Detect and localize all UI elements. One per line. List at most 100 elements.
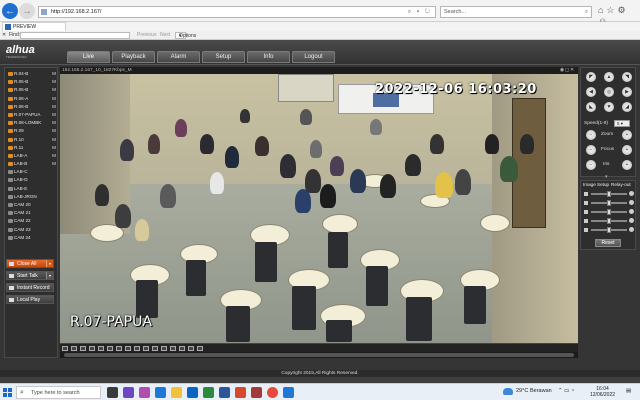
start-talk-dropdown-icon[interactable]: ▾ xyxy=(46,272,53,279)
layout-split-icon[interactable] xyxy=(134,346,140,351)
channel-item[interactable]: CAM 21 xyxy=(7,209,57,217)
channel-item[interactable]: LAB-B M xyxy=(7,160,57,168)
channel-item[interactable]: LAB-E xyxy=(7,185,57,193)
tab-logout[interactable]: Logout xyxy=(292,51,335,63)
channel-stream-flag[interactable]: M xyxy=(52,86,56,94)
ptz-left-button[interactable]: ◀ xyxy=(586,87,596,97)
close-all-button[interactable]: Close All ▾ xyxy=(6,259,54,268)
channel-stream-flag[interactable]: M xyxy=(52,144,56,152)
layout-split-icon[interactable] xyxy=(89,346,95,351)
search-icon[interactable]: ⌕ xyxy=(585,7,588,17)
slider-plus-icon[interactable] xyxy=(629,218,634,223)
taskbar-clock[interactable]: 16:04 12/06/2022 xyxy=(590,386,615,398)
image-slider[interactable] xyxy=(584,227,634,233)
tab-live[interactable]: Live xyxy=(67,51,110,63)
tab-info[interactable]: Info xyxy=(247,51,290,63)
ptz-up-left-button[interactable]: ◤ xyxy=(586,72,596,82)
layout-split-icon[interactable] xyxy=(107,346,113,351)
tab-image-setup[interactable]: Image Setup xyxy=(583,182,609,187)
tab-relay-out[interactable]: Relay-out xyxy=(611,182,631,187)
zoom-out-button[interactable]: − xyxy=(586,130,596,140)
channel-item[interactable]: LAB-A M xyxy=(7,152,57,160)
channel-stream-flag[interactable]: M xyxy=(52,111,56,119)
channel-item[interactable]: R.06-B M xyxy=(7,103,57,111)
refresh-icon[interactable]: ⌕ ▾ ↻ xyxy=(408,7,432,17)
scroll-thumb[interactable] xyxy=(64,353,574,357)
ptz-center-button[interactable]: ◎ xyxy=(604,87,614,97)
speed-select[interactable]: 5 ▾ xyxy=(614,120,630,127)
layout-split-icon[interactable] xyxy=(80,346,86,351)
channel-item[interactable]: R.05-B M xyxy=(7,78,57,86)
channel-item[interactable]: R.11 M xyxy=(7,144,57,152)
close-find-icon[interactable]: ✕ xyxy=(2,31,6,40)
layout-split-icon[interactable] xyxy=(98,346,104,351)
channel-stream-flag[interactable]: M xyxy=(52,127,56,135)
channel-item[interactable]: LAB-JRGN xyxy=(7,193,57,201)
ptz-up-button[interactable]: ▲ xyxy=(604,72,614,82)
channel-item[interactable]: R.07-PAPUA M xyxy=(7,111,57,119)
channel-stream-flag[interactable]: M xyxy=(52,70,56,78)
channel-item[interactable]: CAM 24 xyxy=(7,234,57,242)
app-icon[interactable] xyxy=(139,387,150,398)
options-button[interactable]: Options ▾ xyxy=(175,32,196,39)
tab-alarm[interactable]: Alarm xyxy=(157,51,200,63)
task-view-icon[interactable] xyxy=(107,387,118,398)
ptz-down-left-button[interactable]: ◣ xyxy=(586,102,596,112)
layout-split-icon[interactable] xyxy=(116,346,122,351)
ptz-up-right-button[interactable]: ◥ xyxy=(622,72,632,82)
ie-icon[interactable] xyxy=(283,387,294,398)
word-icon[interactable] xyxy=(219,387,230,398)
channel-stream-flag[interactable]: M xyxy=(52,103,56,111)
channel-item[interactable]: R.04-B M xyxy=(7,70,57,78)
tab-setup[interactable]: Setup xyxy=(202,51,245,63)
channel-stream-flag[interactable]: M xyxy=(52,78,56,86)
ptz-down-button[interactable]: ▼ xyxy=(604,102,614,112)
channel-stream-flag[interactable]: M xyxy=(52,119,56,127)
channel-item[interactable]: LAB-D xyxy=(7,176,57,184)
video-scrollbar[interactable] xyxy=(60,352,578,358)
layout-split-icon[interactable] xyxy=(188,346,194,351)
channel-item[interactable]: R.09 M xyxy=(7,127,57,135)
layout-split-icon[interactable] xyxy=(170,346,176,351)
layout-split-icon[interactable] xyxy=(161,346,167,351)
find-input[interactable] xyxy=(20,32,130,39)
focus-out-button[interactable]: − xyxy=(586,145,596,155)
video-feed[interactable]: 2022-12-06 16:03:20 R.07-PAPUA xyxy=(60,74,578,343)
store-icon[interactable] xyxy=(187,387,198,398)
taskbar-search-input[interactable]: ⌕ Type here to search xyxy=(16,386,101,399)
layout-split-icon[interactable] xyxy=(62,346,68,351)
slider-knob[interactable] xyxy=(607,218,611,224)
zoom-in-button[interactable]: + xyxy=(622,130,632,140)
start-talk-button[interactable]: Start Talk ▾ xyxy=(6,271,54,280)
layout-split-icon[interactable] xyxy=(152,346,158,351)
layout-split-icon[interactable] xyxy=(71,346,77,351)
find-previous-button[interactable]: Previous xyxy=(137,31,156,40)
channel-item[interactable]: R.08-LOMBK M xyxy=(7,119,57,127)
video-window-icons[interactable]: ◉◻✕ xyxy=(560,67,575,74)
slider-knob[interactable] xyxy=(607,209,611,215)
image-slider[interactable] xyxy=(584,191,634,197)
address-bar[interactable]: http://192.168.2.167/ ⌕ ▾ ↻ xyxy=(38,6,436,18)
browser-search-input[interactable]: Search... ⌕ xyxy=(440,6,592,18)
slider-knob[interactable] xyxy=(607,200,611,206)
layout-split-icon[interactable] xyxy=(125,346,131,351)
tray-icons[interactable]: ⌃ ▭ ◔ xyxy=(558,388,574,394)
ptz-right-button[interactable]: ▶ xyxy=(622,87,632,97)
layout-split-icon[interactable] xyxy=(179,346,185,351)
close-all-dropdown-icon[interactable]: ▾ xyxy=(46,260,53,267)
channel-item[interactable]: CAM 20 xyxy=(7,201,57,209)
slider-plus-icon[interactable] xyxy=(629,227,634,232)
slider-plus-icon[interactable] xyxy=(629,209,634,214)
image-slider[interactable] xyxy=(584,209,634,215)
slider-knob[interactable] xyxy=(607,227,611,233)
focus-in-button[interactable]: + xyxy=(622,145,632,155)
iris-open-button[interactable]: + xyxy=(622,160,632,170)
layout-split-icon[interactable] xyxy=(197,346,203,351)
channel-item[interactable]: CAM 23 xyxy=(7,226,57,234)
teams-icon[interactable] xyxy=(123,387,134,398)
channel-stream-flag[interactable]: M xyxy=(52,136,56,144)
forward-button[interactable]: → xyxy=(19,3,35,19)
slider-plus-icon[interactable] xyxy=(629,191,634,196)
channel-stream-flag[interactable]: M xyxy=(52,152,56,160)
iris-close-button[interactable]: − xyxy=(586,160,596,170)
